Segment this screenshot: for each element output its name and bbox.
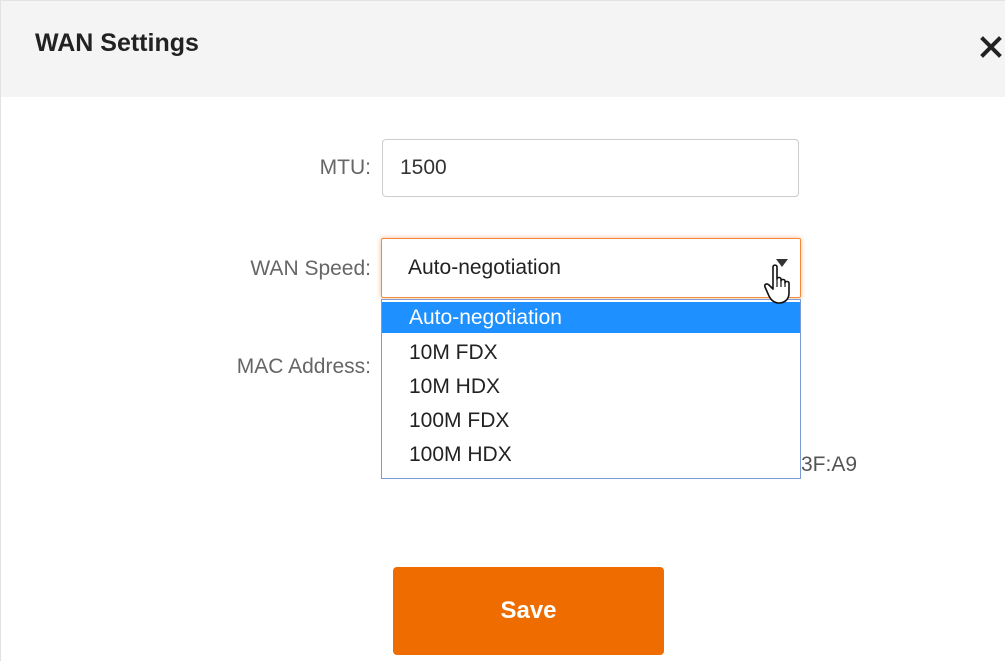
option-10m-fdx[interactable]: 10M FDX — [382, 337, 800, 368]
wan-speed-selected-value: Auto-negotiation — [408, 256, 561, 279]
wan-speed-select[interactable]: Auto-negotiation — [381, 238, 801, 298]
wan-speed-label: WAN Speed: — [250, 257, 371, 280]
wan-speed-dropdown-list: Auto-negotiation 10M FDX 10M HDX 100M FD… — [381, 299, 801, 479]
dialog-header: WAN Settings — [1, 1, 1005, 97]
option-100m-fdx[interactable]: 100M FDX — [382, 405, 800, 436]
mac-address-value: 3F:A9 — [801, 453, 858, 476]
option-10m-hdx[interactable]: 10M HDX — [382, 371, 800, 402]
save-button[interactable]: Save — [393, 567, 664, 655]
option-auto-negotiation[interactable]: Auto-negotiation — [382, 302, 800, 333]
wan-settings-dialog: WAN Settings MTU: WAN Speed: Auto-negoti… — [0, 0, 1005, 661]
mac-address-label: MAC Address: — [236, 355, 371, 378]
option-100m-hdx[interactable]: 100M HDX — [382, 439, 800, 470]
dropdown-arrow-icon — [776, 259, 788, 267]
dialog-title: WAN Settings — [35, 29, 199, 57]
mtu-label: MTU: — [319, 156, 371, 179]
close-icon[interactable] — [977, 33, 1005, 61]
mtu-input[interactable] — [382, 139, 799, 197]
